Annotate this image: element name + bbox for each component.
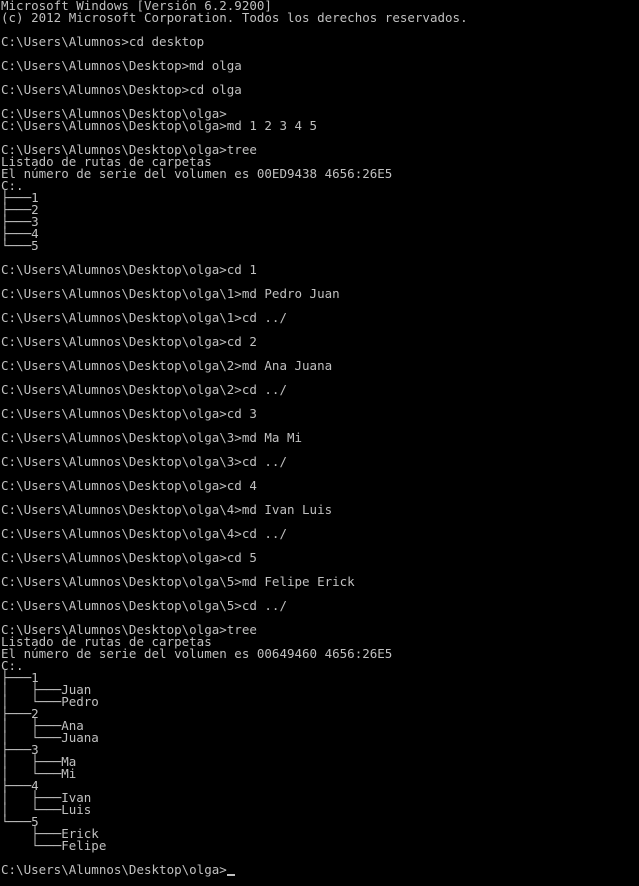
console-line: ├───2 [1, 706, 39, 721]
console-line: El número de serie del volumen es 00ED94… [1, 166, 393, 181]
console-line: │ ├───Ma [1, 754, 77, 769]
console-line: │ └───Luis [1, 802, 92, 817]
console-line: └───5 [1, 238, 39, 253]
console-line: C:\Users\Alumnos\Desktop\olga>cd 2 [1, 334, 257, 349]
console-line: C:\Users\Alumnos\Desktop\olga>cd 3 [1, 406, 257, 421]
console-line: │ └───Mi [1, 766, 77, 781]
console-line: ├───3 [1, 214, 39, 229]
console-line: C:. [1, 178, 24, 193]
console-line: C:\Users\Alumnos\Desktop\olga\3>md Ma Mi [1, 430, 303, 445]
console-window[interactable]: Microsoft Windows [Versión 6.2.9200] (c) … [0, 0, 639, 886]
console-line: C:\Users\Alumnos\Desktop\olga>md 1 2 3 4… [1, 118, 318, 133]
console-line: C:\Users\Alumnos\Desktop\olga\2>cd ../ [1, 382, 287, 397]
console-line: C:\Users\Alumnos\Desktop>cd olga [1, 82, 242, 97]
console-line: C:\Users\Alumnos\Desktop\olga>cd 4 [1, 478, 257, 493]
console-line: └───Felipe [1, 838, 107, 853]
console-line: C:\Users\Alumnos\Desktop\olga>cd 5 [1, 550, 257, 565]
console-line: El número de serie del volumen es 006494… [1, 646, 393, 661]
console-line: ├───2 [1, 202, 39, 217]
console-line: C:\Users\Alumnos\Desktop\olga\3>cd ../ [1, 454, 287, 469]
console-line: │ └───Pedro [1, 694, 99, 709]
console-line: ├───1 [1, 190, 39, 205]
console-line: ├───1 [1, 670, 39, 685]
console-line: C:\Users\Alumnos>cd desktop [1, 34, 205, 49]
console-output: Microsoft Windows [Versión 6.2.9200] (c) … [0, 0, 639, 864]
console-line: ├───4 [1, 778, 39, 793]
console-line: C:\Users\Alumnos\Desktop\olga\1>md Pedro… [1, 286, 340, 301]
console-line: (c) 2012 Microsoft Corporation. Todos lo… [1, 10, 468, 25]
console-line: C:\Users\Alumnos\Desktop\olga\5>md Felip… [1, 574, 355, 589]
console-line: C:\Users\Alumnos\Desktop\olga\4>md Ivan … [1, 502, 333, 517]
console-line: ├───3 [1, 742, 39, 757]
console-line: C:\Users\Alumnos\Desktop\olga\5>cd ../ [1, 598, 287, 613]
console-line: C:\Users\Alumnos\Desktop\olga\2>md Ana J… [1, 358, 333, 373]
console-line: ├───4 [1, 226, 39, 241]
current-prompt-line[interactable]: C:\Users\Alumnos\Desktop\olga> [0, 862, 639, 877]
console-line: C:\Users\Alumnos\Desktop>md olga [1, 58, 242, 73]
console-line: C:\Users\Alumnos\Desktop\olga\4>cd ../ [1, 526, 287, 541]
console-line: │ ├───Ivan [1, 790, 92, 805]
console-line: C:\Users\Alumnos\Desktop\olga\1>cd ../ [1, 310, 287, 325]
current-prompt: C:\Users\Alumnos\Desktop\olga> [1, 862, 227, 877]
console-line: │ └───Juana [1, 730, 99, 745]
text-cursor [226, 874, 235, 876]
console-line: C:. [1, 658, 24, 673]
console-line: C:\Users\Alumnos\Desktop\olga>cd 1 [1, 262, 257, 277]
